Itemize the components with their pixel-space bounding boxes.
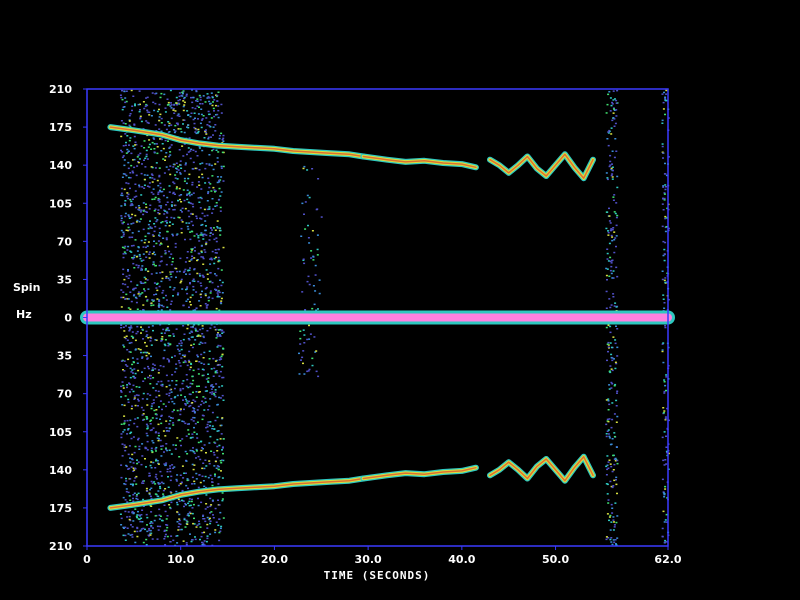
y-tick-label: 175 <box>49 502 72 515</box>
spectrogram-chart: 0 10.0 20.0 30.0 40.0 50.0 62.0 210 175 140 105 70… <box>0 0 800 600</box>
y-tick-label: 70 <box>57 235 73 248</box>
y-tick-label: 35 <box>57 350 72 363</box>
y-axis-title-line-2: Hz <box>16 308 32 321</box>
x-tick-label: 62.0 <box>654 553 681 566</box>
x-tick-label: 40.0 <box>448 553 475 566</box>
x-tick-label: 50.0 <box>542 553 569 566</box>
y-tick-label: 35 <box>57 273 72 286</box>
y-tick-label: 175 <box>49 121 72 134</box>
y-tick-label: 105 <box>49 197 72 210</box>
x-tick-label: 10.0 <box>167 553 194 566</box>
y-tick-label: 70 <box>57 388 73 401</box>
background <box>0 0 800 600</box>
y-tick-label: 0 <box>64 312 72 325</box>
y-axis-title-line-1: Spin <box>13 281 40 294</box>
y-tick-label: 105 <box>49 426 72 439</box>
x-tick-label: 30.0 <box>355 553 382 566</box>
x-axis-title: TIME (SECONDS) <box>324 569 431 582</box>
x-tick-label: 20.0 <box>261 553 288 566</box>
y-tick-label: 140 <box>49 159 72 172</box>
y-tick-label: 210 <box>49 540 72 553</box>
y-tick-label: 140 <box>49 464 72 477</box>
y-tick-label: 210 <box>49 83 72 96</box>
x-tick-label: 0 <box>83 553 91 566</box>
